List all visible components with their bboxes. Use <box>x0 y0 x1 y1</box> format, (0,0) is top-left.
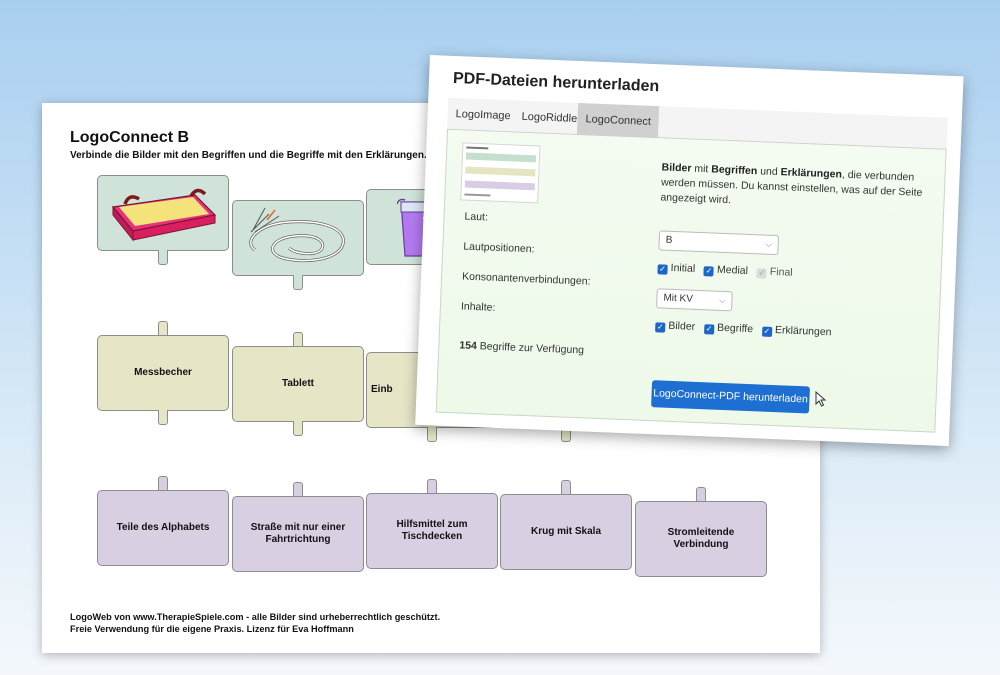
checkbox-checked-icon: ✓ <box>703 266 715 277</box>
chevron-down-icon: ⌵ <box>765 239 772 249</box>
info-erklaerungen: Erklärungen <box>780 166 843 181</box>
konsonanten-value: Mit KV <box>663 292 694 305</box>
definition-card-jug-scale: Krug mit Skala <box>500 494 632 570</box>
picture-card-connector <box>293 275 303 290</box>
word-label: Messbecher <box>134 367 192 378</box>
picture-card-tray <box>97 175 229 251</box>
tab-logoconnect[interactable]: LogoConnect <box>576 102 660 139</box>
word-card-connector <box>158 410 168 425</box>
checkbox-checked-icon: ✓ <box>657 264 668 275</box>
laut-value: B <box>665 234 673 246</box>
checkbox-disabled-icon: ✓ <box>756 268 767 279</box>
worksheet-title: LogoConnect B <box>70 129 190 146</box>
word-card-connector <box>158 321 168 336</box>
lautpositionen-label: Lautpositionen: <box>463 240 535 256</box>
mouse-pointer-icon <box>815 391 827 407</box>
worksheet-footer: LogoWeb von www.TherapieSpiele.com - all… <box>70 611 440 635</box>
checkbox-begriffe[interactable]: ✓ Begriffe <box>703 321 753 335</box>
checkbox-final[interactable]: ✓ Final <box>756 265 793 279</box>
word-card-connector <box>293 421 303 436</box>
konsonanten-label: Konsonantenverbindungen: <box>461 270 591 288</box>
definition-card-connector <box>561 480 571 495</box>
definition-label: Teile des Alphabets <box>116 522 210 533</box>
definition-card-conductor: Stromleitende Verbindung <box>635 501 767 577</box>
info-begriffe: Begriffen <box>711 163 758 178</box>
word-card-connector <box>293 332 303 347</box>
definition-card-connector <box>427 479 437 494</box>
definition-card-connector <box>696 487 706 502</box>
checkbox-bilder[interactable]: ✓ Bilder <box>655 319 695 333</box>
available-terms-count: 154 Begriffe zur Verfügung <box>459 339 584 356</box>
info-bilder: Bilder <box>661 161 692 175</box>
word-label: Einb <box>371 384 393 395</box>
konsonanten-select[interactable]: Mit KV ⌵ <box>656 288 733 312</box>
count-text: Begriffe zur Verfügung <box>479 340 585 357</box>
pdf-download-dialog: PDF-Dateien herunterladen LogoImage Logo… <box>415 55 964 447</box>
worksheet-preview-thumbnail <box>460 142 541 204</box>
word-label: Tablett <box>281 378 315 389</box>
checkbox-checked-icon: ✓ <box>703 324 715 335</box>
cable-illustration <box>249 207 345 263</box>
dialog-title: PDF-Dateien herunterladen <box>452 69 660 96</box>
picture-card-cable <box>232 200 364 276</box>
laut-label: Laut: <box>464 210 489 224</box>
logoconnect-panel: Bilder mit Begriffen und Erklärungen, di… <box>435 129 947 433</box>
inhalte-options: ✓ Bilder ✓ Begriffe ✓ Erklärungen <box>655 319 838 339</box>
definition-card-connector <box>293 482 303 497</box>
laut-select[interactable]: B ⌵ <box>658 230 780 256</box>
worksheet-subtitle: Verbinde die Bilder mit den Begriffen un… <box>70 150 427 161</box>
definition-card-connector <box>158 476 168 491</box>
tab-logoimage[interactable]: LogoImage <box>447 98 519 133</box>
checkbox-initial[interactable]: ✓ Initial <box>657 261 695 275</box>
definition-label: Krug mit Skala <box>530 526 602 537</box>
picture-card-connector <box>158 250 168 265</box>
panel-description: Bilder mit Begriffen und Erklärungen, di… <box>660 161 923 207</box>
count-number: 154 <box>459 339 478 353</box>
chevron-down-icon: ⌵ <box>719 295 726 306</box>
lautpositionen-options: ✓ Initial ✓ Medial ✓ Final <box>657 261 798 280</box>
word-card-connector <box>427 427 437 442</box>
word-card-messbecher: Messbecher <box>97 335 229 411</box>
download-pdf-button[interactable]: LogoConnect-PDF herunterladen <box>651 380 811 414</box>
definition-card-table-setting: Hilfsmittel zum Tischdecken <box>366 493 498 569</box>
definition-card-one-way-street: Straße mit nur einer Fahrtrichtung <box>232 496 364 572</box>
checkbox-checked-icon: ✓ <box>761 326 773 337</box>
tab-logoriddle[interactable]: LogoRiddle <box>513 100 586 135</box>
checkbox-erklaerungen[interactable]: ✓ Erklärungen <box>761 324 832 338</box>
inhalte-label: Inhalte: <box>460 300 496 314</box>
definition-label: Stromleitende Verbindung <box>667 527 735 550</box>
definition-label: Straße mit nur einer Fahrtrichtung <box>250 522 346 545</box>
definition-card-alphabet: Teile des Alphabets <box>97 490 229 566</box>
footer-copyright: LogoWeb von www.TherapieSpiele.com - all… <box>70 612 441 622</box>
footer-license: Freie Verwendung für die eigene Praxis. … <box>70 624 354 634</box>
checkbox-medial[interactable]: ✓ Medial <box>703 263 748 277</box>
definition-label: Hilfsmittel zum Tischdecken <box>396 519 468 542</box>
tray-illustration <box>111 188 217 241</box>
word-card-tablett: Tablett <box>232 346 364 422</box>
checkbox-checked-icon: ✓ <box>655 322 666 333</box>
